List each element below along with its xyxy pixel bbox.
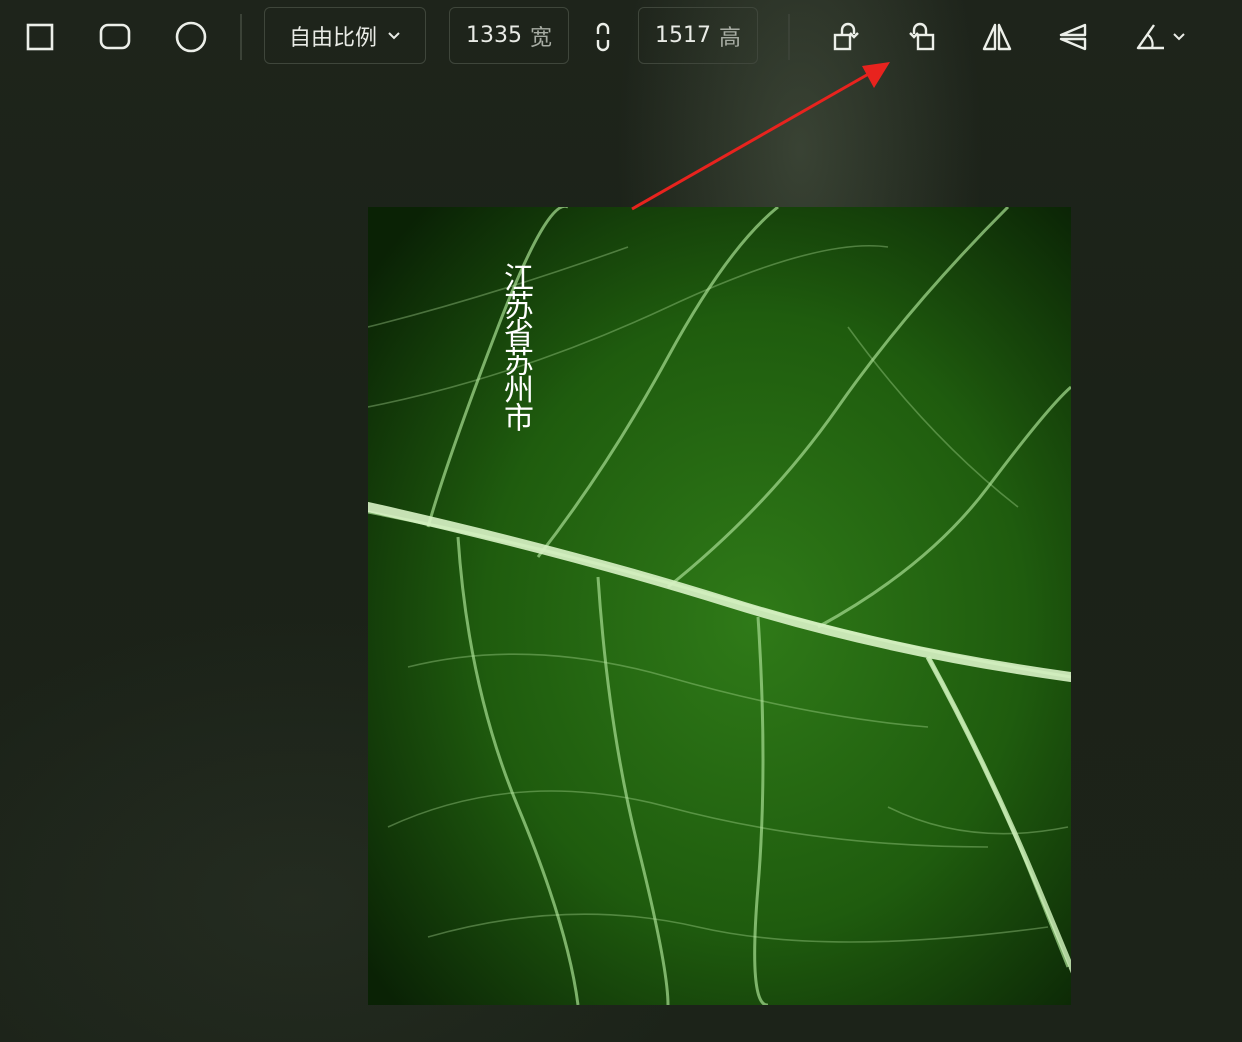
height-value: 1517 <box>654 23 711 48</box>
angle-dropdown-button[interactable] <box>1128 17 1192 57</box>
rotate-right-button[interactable] <box>902 17 942 57</box>
ratio-select-label: 自由比例 <box>288 25 377 51</box>
ratio-select[interactable]: 自由比例 <box>264 7 426 64</box>
toolbar-divider <box>788 14 790 60</box>
watermark-text: 江苏省苏州市 <box>498 262 533 430</box>
toolbar-divider <box>240 14 242 60</box>
crop-toolbar: 自由比例 1335 宽 1517 高 <box>0 0 1242 76</box>
circle-icon <box>175 21 207 53</box>
square-crop-button[interactable] <box>20 17 60 57</box>
flip-horizontal-icon <box>982 23 1012 51</box>
rounded-crop-button[interactable] <box>95 17 135 57</box>
rounded-square-icon <box>99 23 131 50</box>
square-icon <box>26 23 54 51</box>
leaf-image <box>368 207 1071 1005</box>
width-value: 1335 <box>465 23 522 48</box>
chevron-down-icon <box>1173 33 1185 41</box>
aspect-lock-toggle[interactable] <box>583 17 623 57</box>
height-input[interactable]: 1517 高 <box>638 7 758 64</box>
chevron-down-icon <box>387 31 401 41</box>
circle-crop-button[interactable] <box>171 17 211 57</box>
link-icon <box>596 22 610 52</box>
flip-vertical-button[interactable] <box>1053 17 1093 57</box>
angle-icon <box>1136 24 1164 50</box>
rotate-right-icon <box>909 22 935 51</box>
height-unit: 高 <box>718 25 741 51</box>
width-input[interactable]: 1335 宽 <box>449 7 569 64</box>
rotate-left-button[interactable] <box>826 17 866 57</box>
flip-vertical-icon <box>1059 23 1087 51</box>
width-unit: 宽 <box>529 25 552 51</box>
leaf-photo[interactable] <box>368 207 1071 1005</box>
flip-horizontal-button[interactable] <box>977 17 1017 57</box>
rotate-left-icon <box>833 22 859 51</box>
